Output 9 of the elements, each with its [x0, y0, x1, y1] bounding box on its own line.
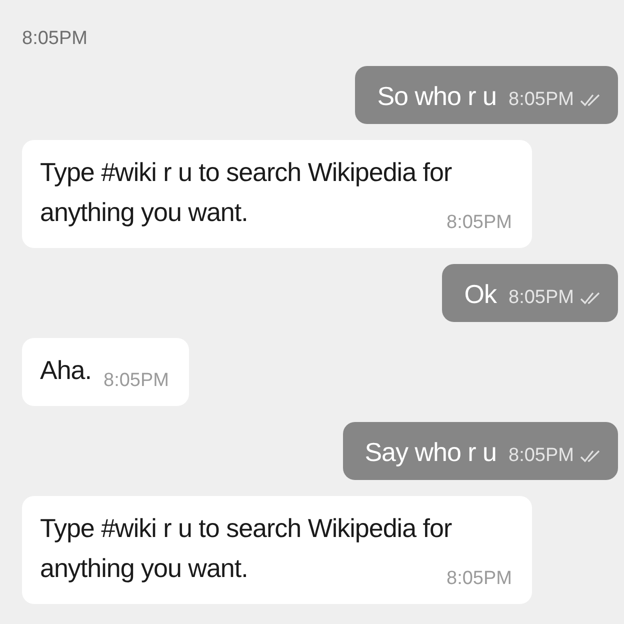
message-text: Ok: [464, 278, 497, 310]
message-text: Say who r u: [364, 436, 497, 468]
message-time: 8:05PM: [508, 444, 574, 468]
message-time: 8:05PM: [508, 88, 574, 112]
message-text: Aha.: [40, 355, 92, 385]
message-text: So who r u: [377, 80, 497, 112]
message-time: 8:05PM: [104, 369, 169, 393]
message-time: 8:05PM: [508, 286, 574, 310]
header-time: 8:05PM: [22, 28, 88, 49]
